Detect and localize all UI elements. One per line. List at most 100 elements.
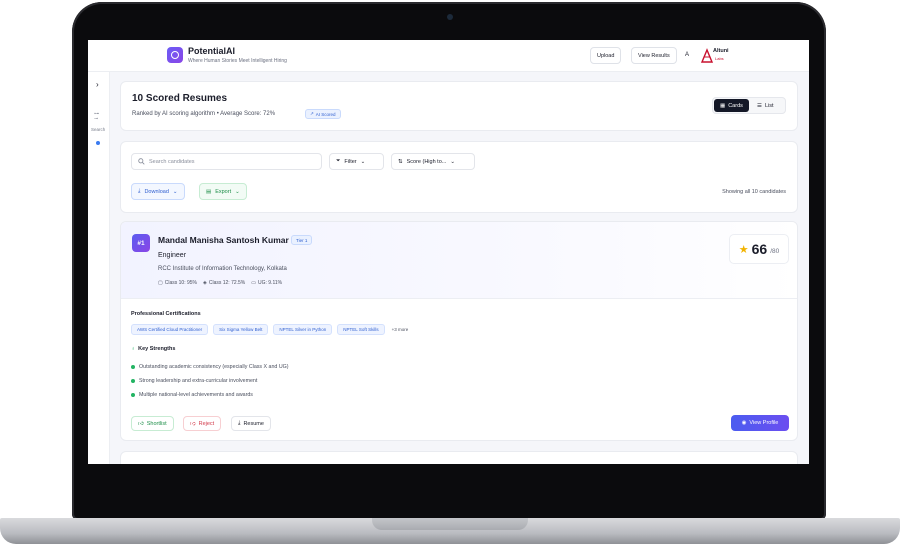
download-label: Download — [144, 188, 169, 195]
candidate-header: #1 Mandal Manisha Santosh Kumar Tier 1 E… — [121, 222, 797, 299]
sidebar-rail: › ⊶ ⊸ Search — [88, 72, 110, 464]
shortlist-label: Shortlist — [146, 420, 167, 427]
download-icon: ⤓ — [238, 420, 241, 426]
shortlist-button[interactable]: 👍︎ Shortlist — [131, 416, 174, 431]
partner-logo-text: Altuni — [713, 48, 729, 54]
strength-text: Multiple national-level achievements and… — [139, 392, 253, 398]
chevron-down-icon: ⌄ — [450, 158, 455, 165]
screen: PotentialAI Where Human Stories Meet Int… — [88, 40, 809, 464]
chevron-down-icon: ⌄ — [360, 158, 366, 165]
class10-value: Class 10: 95% — [164, 280, 197, 286]
top-header: PotentialAI Where Human Stories Meet Int… — [88, 40, 809, 72]
book-icon: ▭ — [251, 280, 256, 286]
list-icon: ☰ — [757, 102, 762, 109]
brand-tagline: Where Human Stories Meet Intelligent Hir… — [188, 58, 287, 64]
search-rail-icon[interactable]: ⊶ ⊸ — [94, 112, 99, 122]
strength-text: Outstanding academic consistency (especi… — [139, 364, 289, 370]
cards-view-label: Cards — [728, 102, 743, 109]
filter-icon: ⏷ — [336, 158, 341, 164]
reject-label: Reject — [198, 420, 215, 427]
download-icon: ⤓ — [138, 188, 141, 194]
key-strengths-heading: ♁ Key Strengths — [131, 346, 175, 352]
active-dot-icon — [96, 141, 100, 145]
score-max: /80 — [770, 247, 780, 255]
candidate-name[interactable]: Mandal Manisha Santosh Kumar — [158, 235, 289, 245]
score-value: 66 — [751, 241, 768, 257]
list-item: Outstanding academic consistency (especi… — [131, 360, 289, 374]
next-candidate-card — [120, 451, 798, 464]
sort-select[interactable]: ⇅ Score (High to... ⌄ — [391, 153, 475, 170]
file-icon: ▤ — [206, 188, 212, 195]
laptop-notch — [372, 518, 528, 530]
search-icon — [138, 158, 145, 165]
summary-card: 10 Scored Resumes Ranked by AI scoring a… — [120, 81, 798, 131]
certifications-list: AWS Certified Cloud Practitioner Six Sig… — [131, 324, 410, 335]
candidate-institute: RCC Institute of Information Technology,… — [158, 266, 287, 272]
filter-button[interactable]: ⏷ Filter ⌄ — [329, 153, 384, 170]
cert-more[interactable]: +3 more — [390, 324, 411, 335]
lightbulb-icon: ♁ — [131, 346, 136, 352]
filter-label: Filter — [344, 158, 357, 165]
export-label: Export — [215, 188, 232, 195]
candidate-role: Engineer — [158, 252, 187, 259]
thumbs-up-icon: 👍︎ — [138, 420, 144, 427]
key-strengths-title: Key Strengths — [138, 346, 176, 352]
ai-scored-label: AI Scored — [315, 111, 336, 117]
reject-button[interactable]: 👎︎ Reject — [183, 416, 222, 431]
export-button[interactable]: ▤ Export ⌄ — [199, 183, 247, 200]
cert-chip: Six Sigma Yellow Belt — [213, 324, 269, 335]
camera-dot — [447, 14, 453, 20]
search-placeholder: Search candidates — [149, 158, 195, 165]
list-view-label: List — [764, 102, 774, 109]
upload-button[interactable]: Upload — [590, 47, 622, 64]
bullet-dot-icon — [131, 393, 135, 397]
certifications-title: Professional Certifications — [131, 311, 201, 317]
class12-value: Class 12: 72.5% — [208, 280, 246, 286]
ug-stat: ▭ UG: 9.11% — [251, 280, 282, 286]
list-item: Strong leadership and extra-curricular i… — [131, 374, 289, 388]
view-results-button[interactable]: View Results — [631, 47, 677, 64]
graduation-cap-icon: ◈ — [202, 280, 207, 286]
avatar[interactable]: A — [681, 49, 693, 61]
tier-badge: Tier 1 — [291, 235, 313, 245]
thumbs-down-icon: 👎︎ — [190, 420, 196, 427]
ug-value: UG: 9.11% — [258, 280, 283, 286]
cert-chip: NPTEL Soft Skills — [337, 324, 385, 335]
download-button[interactable]: ⤓ Download ⌄ — [131, 183, 185, 200]
eye-icon: ◉ — [741, 420, 747, 426]
cards-view-button[interactable]: ▦ Cards — [714, 99, 749, 112]
brand-name[interactable]: PotentialAI — [188, 46, 235, 56]
class12-stat: ◈ Class 12: 72.5% — [203, 280, 245, 286]
search-input[interactable]: Search candidates — [131, 153, 322, 170]
view-toggle: ▦ Cards ☰ List — [712, 97, 786, 114]
score-box: ★ 66 /80 — [729, 234, 789, 264]
view-profile-label: View Profile — [749, 420, 779, 426]
page-subtitle: Ranked by AI scoring algorithm • Average… — [132, 111, 276, 117]
partner-logo: Altuni Labs — [700, 45, 736, 65]
sidebar-search-label[interactable]: Search — [91, 127, 105, 132]
partner-logo-icon — [700, 48, 714, 63]
laptop-frame: PotentialAI Where Human Stories Meet Int… — [0, 0, 900, 548]
ai-scored-badge: ↗ AI Scored — [305, 109, 341, 119]
bullet-dot-icon — [131, 379, 135, 383]
cert-chip: AWS Certified Cloud Practitioner — [131, 324, 209, 335]
list-view-button[interactable]: ☰ List — [751, 99, 780, 112]
strength-text: Strong leadership and extra-curricular i… — [139, 378, 258, 384]
resume-button[interactable]: ⤓ Resume — [231, 416, 271, 431]
filter-card: Search candidates ⏷ Filter ⌄ ⇅ Score (Hi… — [120, 141, 798, 213]
candidate-stats: ▢ Class 10: 95% ◈ Class 12: 72.5% ▭ UG: … — [158, 280, 282, 286]
resume-label: Resume — [243, 420, 264, 427]
brand-logo-icon[interactable] — [167, 47, 183, 63]
view-profile-button[interactable]: ◉ View Profile — [731, 415, 789, 431]
grid-icon: ▦ — [720, 102, 726, 109]
chevron-right-icon[interactable]: › — [96, 80, 99, 89]
partner-logo-sub: Labs — [715, 56, 724, 61]
showing-count: Showing all 10 candidates — [722, 189, 786, 195]
star-icon: ★ — [738, 243, 749, 256]
sort-icon: ⇅ — [398, 158, 403, 165]
sort-label: Score (High to... — [406, 158, 447, 165]
rank-badge: #1 — [132, 234, 150, 252]
bullet-dot-icon — [131, 365, 135, 369]
chevron-down-icon: ⌄ — [235, 188, 240, 195]
calendar-icon: ▢ — [158, 280, 163, 286]
